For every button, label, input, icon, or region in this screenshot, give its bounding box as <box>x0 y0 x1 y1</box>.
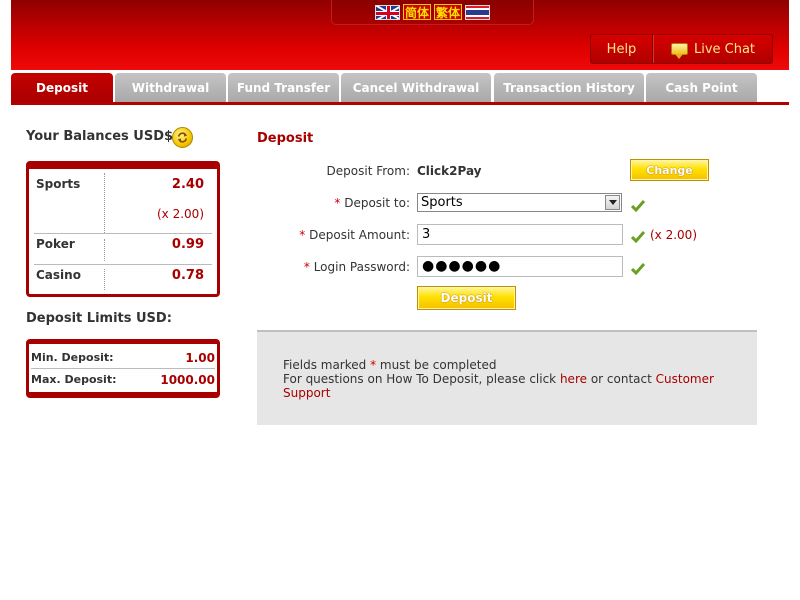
check-icon <box>631 263 645 275</box>
deposit-submit-button[interactable]: Deposit <box>417 286 516 310</box>
language-bar: 简体 繁体 <box>331 0 534 25</box>
max-deposit-row: Max. Deposit: 1000.00 <box>31 373 215 387</box>
max-deposit-label: Max. Deposit: <box>31 373 117 386</box>
lang-simplified-chinese[interactable]: 简体 <box>402 4 431 20</box>
tab-fund-transfer[interactable]: Fund Transfer <box>228 73 339 103</box>
login-password-label: * Login Password: <box>230 260 410 274</box>
refresh-icon[interactable] <box>172 127 193 148</box>
column-divider <box>104 239 105 261</box>
balance-multiplier: (x 2.00) <box>157 207 204 221</box>
amount-multiplier: (x 2.00) <box>650 228 697 242</box>
login-password-input[interactable]: ●●●●●● <box>417 256 623 277</box>
balance-name: Sports <box>36 177 81 191</box>
balance-value: 0.78 <box>171 268 204 283</box>
deposit-amount-label: * Deposit Amount: <box>230 228 410 242</box>
min-deposit-value: 1.00 <box>185 351 215 365</box>
deposit-from-value: Click2Pay <box>417 164 482 178</box>
deposit-amount-label-text: Deposit Amount: <box>305 228 410 242</box>
deposit-to-label-text: Deposit to: <box>340 196 410 210</box>
tab-cash-point[interactable]: Cash Point <box>646 73 757 103</box>
tab-underline <box>11 102 789 105</box>
tab-cancel-withdrawal[interactable]: Cancel Withdrawal <box>341 73 491 103</box>
live-chat-button[interactable]: Live Chat <box>653 35 772 63</box>
row-divider <box>34 233 212 234</box>
column-divider <box>104 269 105 290</box>
check-icon <box>631 231 645 243</box>
required-note-prefix: Fields marked <box>283 358 371 372</box>
help-button[interactable]: Help <box>591 35 653 63</box>
max-deposit-value: 1000.00 <box>160 373 215 387</box>
balances-box: Sports 2.40 (x 2.00) Poker 0.99 Casino 0… <box>26 161 220 297</box>
check-icon <box>631 200 645 212</box>
row-divider <box>34 264 212 265</box>
balance-name: Poker <box>36 237 75 251</box>
login-password-label-text: Login Password: <box>309 260 410 274</box>
limits-box: Min. Deposit: 1.00 Max. Deposit: 1000.00 <box>26 339 220 398</box>
tab-deposit[interactable]: Deposit <box>11 73 113 103</box>
deposit-to-selected: Sports <box>421 195 463 210</box>
questions-prefix: For questions on How To Deposit, please … <box>283 372 560 386</box>
questions-note: For questions on How To Deposit, please … <box>283 372 757 400</box>
thai-flag-icon[interactable] <box>465 4 491 20</box>
deposit-to-select[interactable]: Sports <box>417 193 622 212</box>
balances-title: Your Balances USD$ <box>26 129 174 144</box>
limits-title: Deposit Limits USD: <box>26 311 172 326</box>
required-note-suffix: must be completed <box>376 358 497 372</box>
required-note: Fields marked * must be completed <box>283 358 496 372</box>
contact-text: or contact <box>587 372 656 386</box>
tab-transaction-history[interactable]: Transaction History <box>494 73 644 103</box>
tab-bar: Deposit Withdrawal Fund Transfer Cancel … <box>11 73 789 103</box>
help-chat-bar: Help Live Chat <box>590 34 773 64</box>
live-chat-label: Live Chat <box>693 41 756 57</box>
tab-withdrawal[interactable]: Withdrawal <box>115 73 226 103</box>
deposit-from-label: Deposit From: <box>326 164 410 178</box>
min-deposit-row: Min. Deposit: 1.00 <box>31 351 215 365</box>
balance-value: 2.40 <box>171 177 204 192</box>
change-button[interactable]: Change <box>630 159 709 181</box>
info-box: Fields marked * must be completed For qu… <box>257 332 757 425</box>
chevron-down-icon[interactable] <box>605 195 620 210</box>
chat-bubble-icon <box>670 43 688 59</box>
column-divider <box>104 173 105 233</box>
deposit-to-label: * Deposit to: <box>230 196 410 210</box>
balance-value: 0.99 <box>171 237 204 252</box>
balance-name: Casino <box>36 268 81 282</box>
deposit-amount-input[interactable]: 3 <box>417 224 623 245</box>
form-title: Deposit <box>257 131 314 146</box>
min-deposit-label: Min. Deposit: <box>31 351 114 364</box>
uk-flag-icon[interactable] <box>374 4 400 20</box>
here-link[interactable]: here <box>560 372 587 386</box>
lang-traditional-chinese[interactable]: 繁体 <box>434 4 463 20</box>
row-divider <box>31 368 215 369</box>
